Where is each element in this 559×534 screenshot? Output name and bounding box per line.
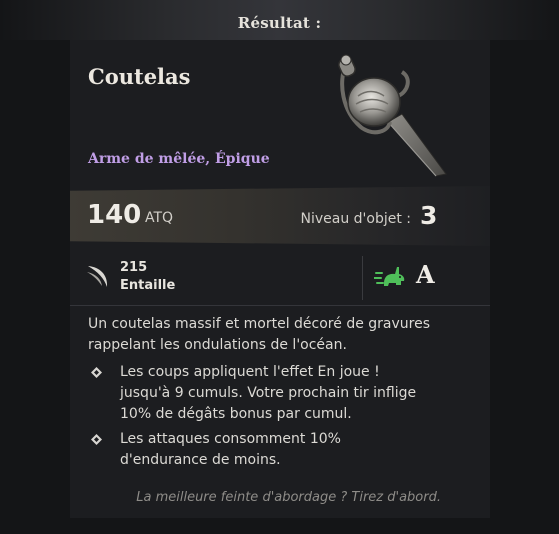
damage-value: 215	[120, 260, 148, 275]
slash-icon	[87, 266, 108, 287]
result-header-title: Résultat :	[237, 14, 322, 32]
cutlass-weapon-icon	[338, 54, 447, 177]
item-level-label: Niveau d'objet :	[300, 211, 411, 227]
damage-type: Entaille	[120, 278, 176, 293]
item-type: Arme de mêlée, Épique	[88, 151, 270, 167]
diamond-bullet-icon	[91, 367, 102, 378]
effect-text: Les attaques consomment 10% d'endurance …	[120, 431, 341, 468]
diamond-bullet-icon	[91, 434, 102, 445]
effect-text: Les coups appliquent l'effet En joue ! j…	[120, 364, 417, 422]
item-name: Coutelas	[88, 64, 191, 89]
item-description: Un coutelas massif et mortel décoré de g…	[88, 316, 431, 353]
attack-value: 140	[87, 200, 142, 230]
item-level-value: 3	[420, 201, 438, 230]
flavor-text: La meilleure feinte d'abordage ? Tirez d…	[136, 490, 441, 505]
section-divider	[70, 305, 490, 306]
stat-divider	[362, 256, 363, 300]
rabbit-icon	[374, 267, 405, 286]
scaling-grade: A	[416, 260, 435, 289]
attack-unit: ATQ	[145, 210, 174, 226]
